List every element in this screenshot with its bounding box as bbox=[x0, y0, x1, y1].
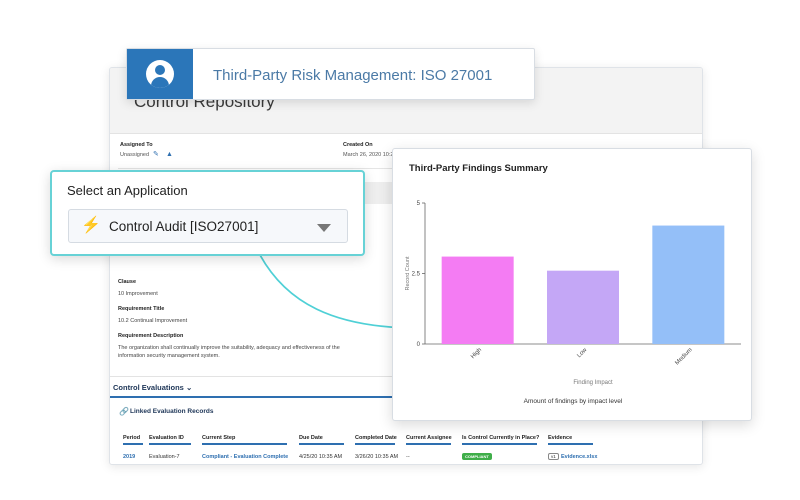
requirement-title-label: Requirement Title bbox=[118, 306, 165, 312]
banner-title: Third-Party Risk Management: ISO 27001 bbox=[213, 67, 493, 84]
user-icon bbox=[146, 60, 174, 88]
row-evaluation-id: Evaluation-7 bbox=[149, 454, 180, 460]
app-banner: Third-Party Risk Management: ISO 27001 bbox=[126, 48, 535, 100]
clause-value: 10 Improvement bbox=[118, 291, 158, 297]
header-underline bbox=[548, 443, 593, 445]
row-due-date: 4/25/20 10:35 AM bbox=[299, 454, 343, 460]
col-period[interactable]: Period bbox=[123, 435, 140, 441]
version-badge: v1 bbox=[548, 453, 559, 460]
col-current-assignee[interactable]: Current Assignee bbox=[406, 435, 452, 441]
col-current-step[interactable]: Current Step bbox=[202, 435, 235, 441]
header-underline bbox=[149, 443, 191, 445]
col-evidence[interactable]: Evidence bbox=[548, 435, 572, 441]
row-period-link[interactable]: 2019 bbox=[123, 454, 135, 460]
row-current-step-link[interactable]: Compliant - Evaluation Complete bbox=[202, 454, 288, 460]
x-tick-label: Low bbox=[576, 347, 588, 359]
findings-bar-chart: 0 2.5 5 Record Count High Low Medium Finding Im… bbox=[405, 201, 741, 386]
col-evaluation-id[interactable]: Evaluation ID bbox=[149, 435, 184, 441]
banner-icon-box bbox=[127, 49, 193, 99]
header-underline bbox=[202, 443, 287, 445]
app-select-label: Select an Application bbox=[67, 183, 188, 198]
assigned-to-label: Assigned To bbox=[120, 142, 153, 148]
header-underline bbox=[462, 443, 537, 445]
compliant-badge: COMPLIANT bbox=[462, 453, 492, 460]
application-selector-card: Select an Application ⚡ Control Audit [I… bbox=[50, 170, 365, 256]
chart-caption: Amount of findings by impact level bbox=[523, 398, 623, 405]
stage: Control Repository Assigned To Unassigne… bbox=[0, 0, 800, 500]
col-completed-date[interactable]: Completed Date bbox=[355, 435, 397, 441]
y-tick-label: 0 bbox=[417, 342, 421, 348]
chevron-down-icon: ⌄ bbox=[185, 383, 193, 392]
col-due-date[interactable]: Due Date bbox=[299, 435, 323, 441]
control-evaluations-toggle[interactable]: Control Evaluations ⌄ bbox=[113, 383, 192, 392]
bolt-icon: ⚡ bbox=[81, 217, 101, 234]
linked-records-title: Linked Evaluation Records bbox=[130, 408, 214, 415]
row-assignee: -- bbox=[406, 454, 410, 460]
created-on-value: March 26, 2020 10:29 bbox=[343, 152, 397, 158]
findings-chart-card: Third-Party Findings Summary 0 2.5 5 Record… bbox=[392, 148, 752, 421]
chevron-down-icon bbox=[317, 224, 331, 232]
edit-icon[interactable]: ✎ bbox=[153, 151, 160, 158]
row-completed-date: 3/26/20 10:35 AM bbox=[355, 454, 399, 460]
clause-label: Clause bbox=[118, 279, 137, 285]
control-evaluations-title: Control Evaluations bbox=[113, 383, 184, 392]
evidence-file-link[interactable]: Evidence.xlsx bbox=[561, 454, 597, 460]
y-tick-label: 2.5 bbox=[412, 272, 421, 278]
header-underline bbox=[299, 443, 344, 445]
requirement-description-label: Requirement Description bbox=[118, 333, 184, 339]
x-axis-label: Finding Impact bbox=[573, 380, 613, 386]
link-icon: 🔗 bbox=[119, 407, 129, 416]
application-dropdown[interactable]: ⚡ Control Audit [ISO27001] bbox=[68, 209, 348, 243]
header-underline bbox=[123, 443, 143, 445]
bar-high bbox=[441, 256, 514, 344]
bar-low bbox=[547, 270, 619, 344]
assigned-actions: ✎ ▲ bbox=[153, 151, 173, 158]
y-tick-label: 5 bbox=[417, 201, 421, 207]
requirement-description-value: The organization shall continually impro… bbox=[118, 345, 340, 359]
assign-users-icon[interactable]: ▲ bbox=[166, 151, 173, 158]
y-axis-label: Record Count bbox=[405, 256, 411, 290]
created-on-label: Created On bbox=[343, 142, 373, 148]
header-underline bbox=[355, 443, 395, 445]
assigned-to-value: Unassigned bbox=[120, 152, 150, 158]
col-control-in-place[interactable]: Is Control Currently in Place? bbox=[462, 435, 539, 441]
x-tick-label: High bbox=[470, 347, 483, 360]
header-underline bbox=[406, 443, 451, 445]
bar-medium bbox=[652, 225, 725, 344]
x-tick-label: Medium bbox=[674, 347, 693, 366]
requirement-title-value: 10.2 Continual Improvement bbox=[118, 318, 188, 324]
selected-application: Control Audit [ISO27001] bbox=[109, 219, 259, 234]
